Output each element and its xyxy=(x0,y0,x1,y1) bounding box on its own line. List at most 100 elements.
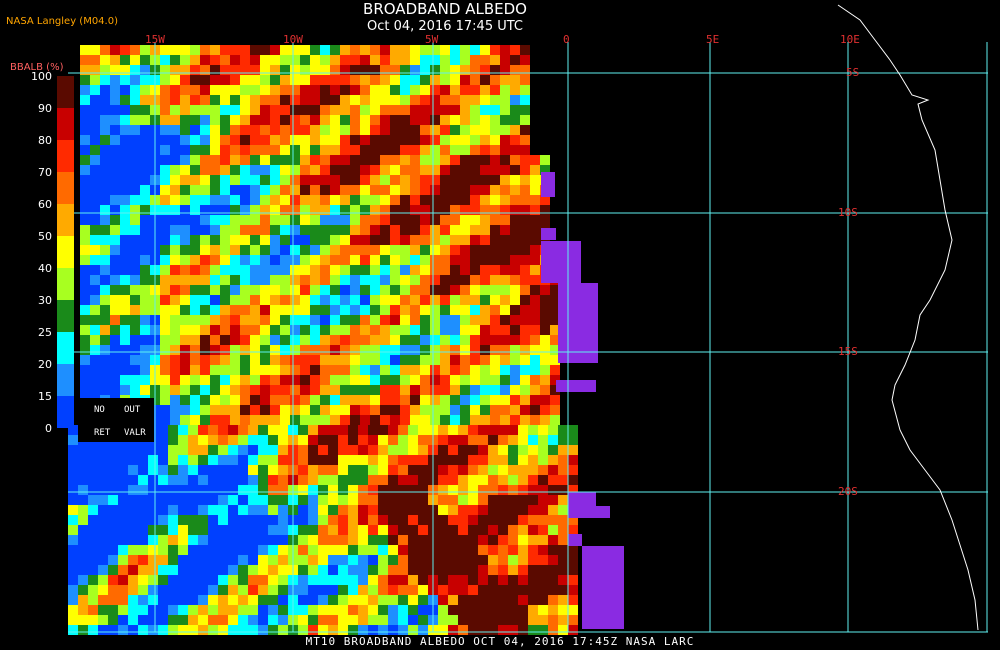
albedo-cell xyxy=(90,115,100,125)
albedo-cell xyxy=(228,435,238,445)
albedo-cell xyxy=(200,155,210,165)
lon-label-10w: 10W xyxy=(283,33,303,46)
albedo-cell xyxy=(170,185,180,195)
albedo-cell xyxy=(498,465,508,475)
albedo-cell xyxy=(498,495,508,505)
albedo-cell xyxy=(310,245,320,255)
albedo-cell xyxy=(460,115,470,125)
albedo-cell xyxy=(420,295,430,305)
albedo-cell xyxy=(490,225,500,235)
albedo-cell xyxy=(508,615,518,625)
albedo-cell xyxy=(528,615,538,625)
albedo-cell xyxy=(308,555,318,565)
albedo-cell xyxy=(158,525,168,535)
albedo-cell xyxy=(318,475,328,485)
albedo-cell xyxy=(450,115,460,125)
albedo-cell xyxy=(280,125,290,135)
albedo-cell xyxy=(180,375,190,385)
albedo-cell xyxy=(338,545,348,555)
albedo-cell xyxy=(220,335,230,345)
albedo-cell xyxy=(350,305,360,315)
albedo-cell xyxy=(440,395,450,405)
albedo-cell xyxy=(328,595,338,605)
albedo-cell xyxy=(228,585,238,595)
albedo-cell xyxy=(138,545,148,555)
albedo-cell xyxy=(320,355,330,365)
albedo-cell xyxy=(480,225,490,235)
albedo-cell xyxy=(148,585,158,595)
albedo-cell xyxy=(420,255,430,265)
albedo-cell xyxy=(410,195,420,205)
albedo-cell xyxy=(128,485,138,495)
albedo-cell xyxy=(418,455,428,465)
albedo-cell xyxy=(510,55,520,65)
albedo-cell xyxy=(270,365,280,375)
albedo-cell xyxy=(358,615,368,625)
albedo-cell xyxy=(460,295,470,305)
albedo-cell xyxy=(450,195,460,205)
albedo-cell xyxy=(178,605,188,615)
albedo-cell xyxy=(240,335,250,345)
albedo-cell xyxy=(530,355,540,365)
albedo-cell xyxy=(220,185,230,195)
albedo-cell xyxy=(208,555,218,565)
albedo-cell xyxy=(388,595,398,605)
albedo-cell xyxy=(248,595,258,605)
albedo-cell xyxy=(218,625,228,635)
albedo-cell xyxy=(220,265,230,275)
albedo-cell xyxy=(420,345,430,355)
albedo-cell xyxy=(500,375,510,385)
albedo-cell xyxy=(110,235,120,245)
albedo-cell xyxy=(438,595,448,605)
albedo-cell xyxy=(460,345,470,355)
albedo-cell xyxy=(290,175,300,185)
albedo-cell xyxy=(450,385,460,395)
albedo-cell xyxy=(448,595,458,605)
albedo-cell xyxy=(430,225,440,235)
albedo-cell xyxy=(68,515,78,525)
albedo-cell xyxy=(220,345,230,355)
albedo-cell xyxy=(390,335,400,345)
albedo-cell xyxy=(520,115,530,125)
legend-tick: 40 xyxy=(38,262,52,275)
albedo-cell xyxy=(480,335,490,345)
albedo-cell xyxy=(380,365,390,375)
albedo-cell xyxy=(500,315,510,325)
albedo-cell xyxy=(198,615,208,625)
albedo-cell xyxy=(460,175,470,185)
no-retrieval-block xyxy=(556,380,596,392)
albedo-cell xyxy=(218,555,228,565)
albedo-cell xyxy=(308,545,318,555)
albedo-cell xyxy=(200,345,210,355)
albedo-cell xyxy=(78,485,88,495)
albedo-cell xyxy=(510,195,520,205)
albedo-cell xyxy=(130,85,140,95)
no-retrieval-block xyxy=(541,241,581,283)
albedo-cell xyxy=(130,175,140,185)
albedo-cell xyxy=(80,195,90,205)
albedo-cell xyxy=(190,375,200,385)
albedo-cell xyxy=(100,85,110,95)
albedo-cell xyxy=(220,315,230,325)
albedo-cell xyxy=(518,485,528,495)
albedo-cell xyxy=(250,75,260,85)
albedo-cell xyxy=(130,105,140,115)
albedo-cell xyxy=(248,515,258,525)
albedo-cell xyxy=(340,115,350,125)
map-title: BROADBAND ALBEDO xyxy=(363,0,527,18)
albedo-cell xyxy=(270,105,280,115)
albedo-cell xyxy=(450,85,460,95)
albedo-cell xyxy=(390,185,400,195)
albedo-cell xyxy=(220,55,230,65)
albedo-cell xyxy=(238,525,248,535)
legend-flags: NO OUT RET VALR xyxy=(78,398,154,442)
albedo-cell xyxy=(530,345,540,355)
albedo-cell xyxy=(400,255,410,265)
albedo-cell xyxy=(248,565,258,575)
albedo-cell xyxy=(100,135,110,145)
albedo-cell xyxy=(418,495,428,505)
albedo-cell xyxy=(248,535,258,545)
albedo-cell xyxy=(538,535,548,545)
albedo-cell xyxy=(338,505,348,515)
albedo-cell xyxy=(338,555,348,565)
